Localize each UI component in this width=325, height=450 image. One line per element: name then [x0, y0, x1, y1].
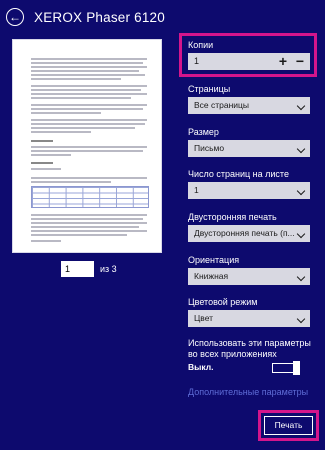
chevron-down-icon	[296, 144, 306, 154]
header: ← XEROX Phaser 6120	[6, 8, 165, 26]
orientation-select[interactable]: Книжная	[188, 268, 310, 285]
printer-title: XEROX Phaser 6120	[34, 9, 165, 25]
orientation-label: Ориентация	[188, 255, 240, 265]
copies-stepper[interactable]: 1 + −	[188, 53, 310, 70]
color-mode-select[interactable]: Цвет	[188, 310, 310, 327]
page-navigator: 1 из 3	[61, 261, 117, 277]
pages-value: Все страницы	[194, 100, 250, 110]
size-select[interactable]: Письмо	[188, 140, 310, 157]
minus-icon[interactable]: −	[293, 53, 307, 70]
chevron-down-icon	[296, 314, 306, 324]
print-preview	[13, 40, 161, 252]
page-total-label: из 3	[100, 264, 117, 274]
pages-per-sheet-value: 1	[194, 185, 199, 195]
pages-per-sheet-select[interactable]: 1	[188, 182, 310, 199]
pages-select[interactable]: Все страницы	[188, 97, 310, 114]
size-label: Размер	[188, 127, 219, 137]
copies-label: Копии	[188, 40, 214, 50]
toggle-state-label: Выкл.	[188, 362, 214, 372]
color-mode-label: Цветовой режим	[188, 297, 258, 307]
chevron-down-icon	[296, 101, 306, 111]
more-settings-link[interactable]: Дополнительные параметры	[188, 387, 308, 397]
duplex-select[interactable]: Двусторонняя печать (п...	[188, 225, 310, 242]
chevron-down-icon	[296, 186, 306, 196]
size-value: Письмо	[194, 143, 225, 153]
chevron-down-icon	[296, 229, 306, 239]
apply-all-toggle[interactable]: Выкл.	[188, 361, 310, 375]
plus-icon[interactable]: +	[276, 53, 290, 70]
apply-all-label: Использовать эти параметры во всех прило…	[188, 338, 311, 359]
current-page-input[interactable]: 1	[61, 261, 94, 277]
pages-label: Страницы	[188, 84, 231, 94]
copies-value[interactable]: 1	[194, 56, 199, 66]
back-arrow-icon[interactable]: ←	[6, 8, 24, 26]
color-mode-value: Цвет	[194, 313, 214, 323]
duplex-label: Двусторонняя печать	[188, 212, 277, 222]
orientation-value: Книжная	[194, 271, 229, 281]
chevron-down-icon	[296, 272, 306, 282]
pages-per-sheet-label: Число страниц на листе	[188, 169, 289, 179]
print-button[interactable]: Печать	[264, 416, 313, 435]
toggle-thumb[interactable]	[293, 361, 300, 375]
duplex-value: Двусторонняя печать (п...	[194, 228, 295, 238]
